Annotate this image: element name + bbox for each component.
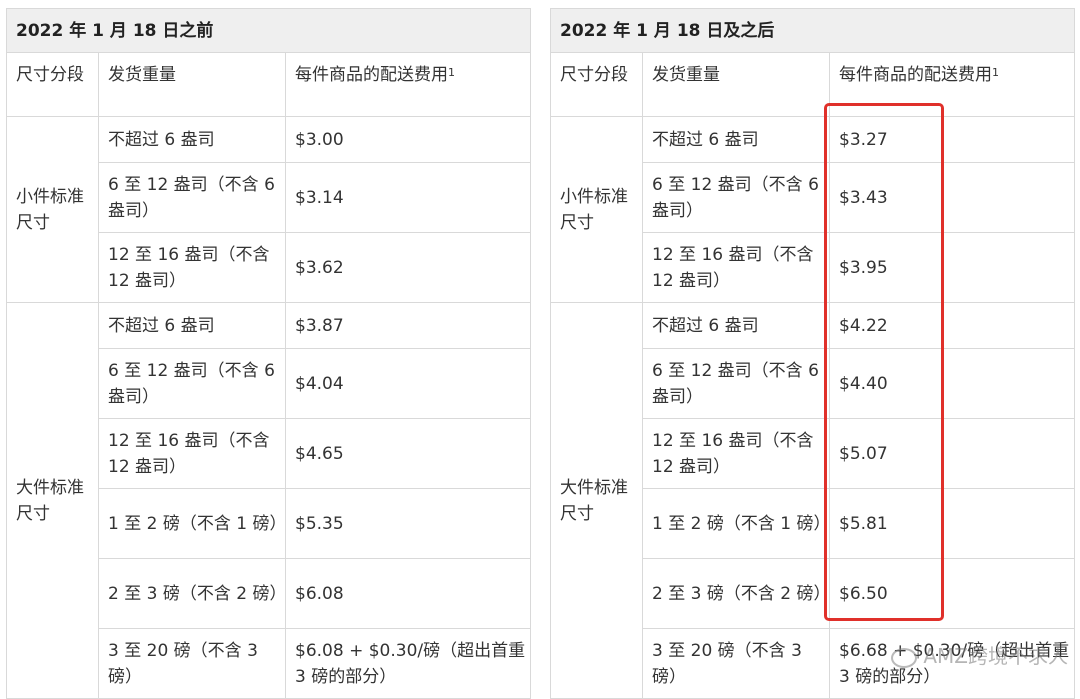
weight-cell: 3 至 20 磅（不含 3 磅） [98, 628, 286, 699]
fee-table: 2022 年 1 月 18 日及之后 尺寸分段 发货重量 每件商品的配送费用1 … [550, 8, 1075, 699]
fee-cell: $4.65 [285, 418, 531, 489]
watermark: AMZ跨境不求人 [891, 640, 1068, 669]
category-small: 小件标准尺寸 [6, 116, 99, 303]
weight-cell: 6 至 12 盎司（不含 6 盎司） [98, 348, 286, 419]
weight-cell: 1 至 2 磅（不含 1 磅） [642, 488, 830, 559]
fee-cell: $3.43 [829, 162, 1075, 233]
fee-cell: $3.00 [285, 116, 531, 163]
weight-cell: 12 至 16 盎司（不含 12 盎司） [642, 418, 830, 489]
header-weight: 发货重量 [642, 52, 830, 117]
fee-cell: $5.07 [829, 418, 1075, 489]
weight-cell: 2 至 3 磅（不含 2 磅） [642, 558, 830, 629]
header-size: 尺寸分段 [6, 52, 99, 117]
weight-cell: 不超过 6 盎司 [642, 116, 830, 163]
fee-cell: $3.95 [829, 232, 1075, 303]
fee-cell: $6.50 [829, 558, 1075, 629]
weight-cell: 12 至 16 盎司（不含 12 盎司） [642, 232, 830, 303]
weight-cell: 12 至 16 盎司（不含 12 盎司） [98, 418, 286, 489]
header-fee: 每件商品的配送费用1 [829, 52, 1075, 117]
table-title: 2022 年 1 月 18 日之前 [6, 8, 531, 53]
fee-cell: $3.27 [829, 116, 1075, 163]
wechat-icon [891, 647, 918, 668]
fee-cell: $3.87 [285, 302, 531, 349]
fee-cell: $5.81 [829, 488, 1075, 559]
weight-cell: 不超过 6 盎司 [642, 302, 830, 349]
watermark-text: AMZ跨境不求人 [923, 644, 1068, 668]
weight-cell: 6 至 12 盎司（不含 6 盎司） [642, 162, 830, 233]
weight-cell: 1 至 2 磅（不含 1 磅） [98, 488, 286, 559]
header-fee: 每件商品的配送费用1 [285, 52, 531, 117]
fee-table: 2022 年 1 月 18 日之前 尺寸分段 发货重量 每件商品的配送费用1 小… [6, 8, 531, 699]
fee-cell: $5.35 [285, 488, 531, 559]
weight-cell: 2 至 3 磅（不含 2 磅） [98, 558, 286, 629]
fee-cell: $4.40 [829, 348, 1075, 419]
weight-cell: 6 至 12 盎司（不含 6 盎司） [642, 348, 830, 419]
fee-table-after: 2022 年 1 月 18 日及之后 尺寸分段 发货重量 每件商品的配送费用1 … [550, 8, 1075, 699]
fee-table-before: 2022 年 1 月 18 日之前 尺寸分段 发货重量 每件商品的配送费用1 小… [6, 8, 531, 699]
weight-cell: 不超过 6 盎司 [98, 302, 286, 349]
fee-cell: $3.14 [285, 162, 531, 233]
weight-cell: 12 至 16 盎司（不含 12 盎司） [98, 232, 286, 303]
category-small: 小件标准尺寸 [550, 116, 643, 303]
weight-cell: 不超过 6 盎司 [98, 116, 286, 163]
header-size: 尺寸分段 [550, 52, 643, 117]
fee-cell: $4.04 [285, 348, 531, 419]
fee-cell: $6.08 + $0.30/磅（超出首重 3 磅的部分） [285, 628, 531, 699]
category-large: 大件标准尺寸 [550, 302, 643, 699]
fee-cell: $3.62 [285, 232, 531, 303]
weight-cell: 3 至 20 磅（不含 3 磅） [642, 628, 830, 699]
table-title: 2022 年 1 月 18 日及之后 [550, 8, 1075, 53]
header-weight: 发货重量 [98, 52, 286, 117]
fee-cell: $4.22 [829, 302, 1075, 349]
fee-cell: $6.08 [285, 558, 531, 629]
category-large: 大件标准尺寸 [6, 302, 99, 699]
weight-cell: 6 至 12 盎司（不含 6 盎司） [98, 162, 286, 233]
